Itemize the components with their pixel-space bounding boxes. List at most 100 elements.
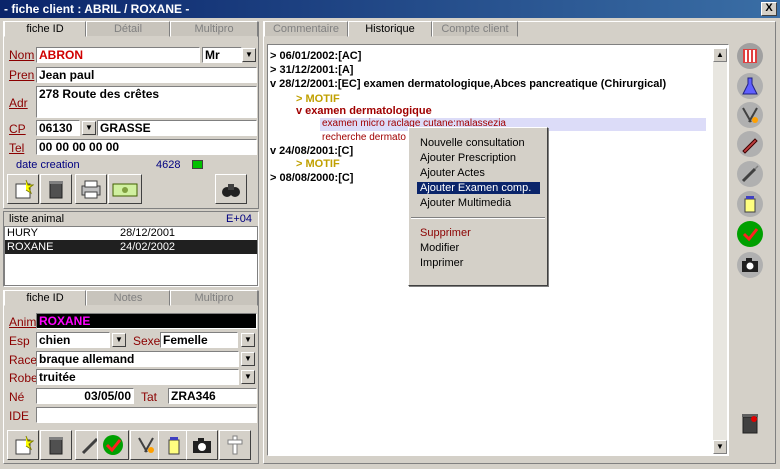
menu-item-ajouter-actes[interactable]: Ajouter Actes xyxy=(417,167,488,179)
menu-separator xyxy=(411,217,545,219)
sexe-dropdown-button[interactable]: ▼ xyxy=(241,333,255,347)
print-client-button[interactable] xyxy=(75,174,107,204)
invoice-button[interactable] xyxy=(108,174,142,204)
motif-node[interactable]: > MOTIF xyxy=(296,93,340,105)
pharmacy-tool-button[interactable] xyxy=(737,191,763,217)
civility-dropdown-button[interactable]: ▼ xyxy=(242,48,256,62)
scrollbar[interactable] xyxy=(713,48,727,454)
syringe-icon xyxy=(741,165,759,183)
tel-field[interactable]: 00 00 00 00 00 xyxy=(36,139,257,155)
inject-button[interactable] xyxy=(737,161,763,187)
history-entry[interactable]: v 24/08/2001:[C] xyxy=(270,145,353,157)
book-button[interactable] xyxy=(737,43,763,69)
menu-item-nouvelle-consultation[interactable]: Nouvelle consultation xyxy=(417,137,528,149)
new-document-icon xyxy=(15,179,34,199)
pills-icon xyxy=(168,437,180,455)
status-indicator xyxy=(192,160,203,169)
robe-label: Robe xyxy=(9,371,38,385)
trash-icon xyxy=(49,181,63,199)
scroll-down-button[interactable]: ▼ xyxy=(713,440,727,454)
tools-icon xyxy=(138,437,154,453)
tab-client-multipro[interactable]: Multipro xyxy=(170,21,258,37)
tab-client-fiche-id[interactable]: fiche ID xyxy=(4,21,86,37)
write-button[interactable] xyxy=(737,131,763,157)
anim-field[interactable]: ROXANE xyxy=(36,313,257,329)
menu-item-supprimer[interactable]: Supprimer xyxy=(417,227,474,239)
new-animal-button[interactable] xyxy=(7,430,39,460)
tattoo-field[interactable]: ZRA346 xyxy=(168,388,257,404)
prenom-field[interactable]: Jean paul xyxy=(36,67,257,83)
race-select[interactable]: braque allemand xyxy=(36,351,239,367)
adresse-label: Adr xyxy=(9,96,28,110)
race-dropdown-button[interactable]: ▼ xyxy=(241,352,255,366)
animal-date: 24/02/2002 xyxy=(120,241,176,253)
photo-button[interactable] xyxy=(186,430,218,460)
race-label: Race xyxy=(9,353,38,367)
animal-list-count: E+04 xyxy=(226,213,252,225)
menu-item-ajouter-examen[interactable]: Ajouter Examen comp. xyxy=(417,182,540,194)
tab-animal-fiche-id[interactable]: fiche ID xyxy=(4,290,86,306)
adresse-field[interactable]: 278 Route des crêtes xyxy=(36,86,257,118)
history-entry[interactable]: > 31/12/2001:[A] xyxy=(270,64,353,76)
new-document-icon xyxy=(15,435,34,455)
window-title: - fiche client : ABRIL / ROXANE - xyxy=(4,2,190,16)
list-item[interactable]: HURY 28/12/2001 xyxy=(5,227,257,240)
ide-field[interactable] xyxy=(36,407,257,423)
civility-select[interactable]: Mr xyxy=(202,47,242,63)
anim-label: Anim xyxy=(9,315,37,329)
delete-entry-button[interactable] xyxy=(737,410,763,436)
nom-label: Nom xyxy=(9,48,35,62)
title-bar: - fiche client : ABRIL / ROXANE - X xyxy=(0,0,780,18)
exam-detail[interactable]: recherche dermato xyxy=(322,132,406,143)
exam-node[interactable]: v examen dermatologique xyxy=(296,105,432,117)
trash-icon xyxy=(49,437,63,455)
decease-button[interactable] xyxy=(219,430,251,460)
cp-field[interactable]: 06130 xyxy=(36,120,80,136)
espece-dropdown-button[interactable]: ▼ xyxy=(112,333,126,347)
scroll-up-button[interactable]: ▲ xyxy=(713,48,727,62)
ide-label: IDE xyxy=(9,409,30,423)
animal-name: ROXANE xyxy=(7,241,54,253)
validate-button[interactable] xyxy=(737,221,763,247)
sexe-label: Sexe xyxy=(133,334,161,348)
lab-button[interactable] xyxy=(737,73,763,99)
tab-animal-notes[interactable]: Notes xyxy=(86,290,170,306)
list-item-selected[interactable]: ROXANE 24/02/2002 xyxy=(5,240,257,254)
motif-node[interactable]: > MOTIF xyxy=(296,158,340,170)
treatment-button[interactable] xyxy=(97,430,129,460)
camera-button[interactable] xyxy=(737,252,763,278)
delete-client-button[interactable] xyxy=(40,174,72,204)
robe-select[interactable]: truitée xyxy=(36,369,239,385)
tab-compte-client[interactable]: Compte client xyxy=(432,21,518,37)
ville-field[interactable]: GRASSE xyxy=(97,120,257,136)
tab-client-detail[interactable]: Détail xyxy=(86,21,170,37)
menu-item-ajouter-prescription[interactable]: Ajouter Prescription xyxy=(417,152,519,164)
menu-item-modifier[interactable]: Modifier xyxy=(417,242,462,254)
tab-commentaire[interactable]: Commentaire xyxy=(264,21,348,37)
nom-field[interactable]: ABRON xyxy=(36,47,200,63)
pen-icon xyxy=(742,138,758,154)
history-entry[interactable]: > 08/08/2000:[C] xyxy=(270,172,353,184)
flask-icon xyxy=(742,77,758,95)
tab-animal-multipro[interactable]: Multipro xyxy=(170,290,258,306)
history-entry[interactable]: v 28/12/2001:[EC] examen dermatologique,… xyxy=(270,78,666,90)
birthdate-field[interactable]: 03/05/00 xyxy=(36,388,134,404)
tools-icon xyxy=(742,107,758,123)
money-icon xyxy=(112,183,138,197)
animal-name: HURY xyxy=(7,227,38,239)
animal-list-title: liste animal xyxy=(9,213,65,225)
menu-item-imprimer[interactable]: Imprimer xyxy=(417,257,466,269)
close-button[interactable]: X xyxy=(761,2,777,16)
delete-animal-button[interactable] xyxy=(40,430,72,460)
sexe-select[interactable]: Femelle xyxy=(160,332,238,348)
robe-dropdown-button[interactable]: ▼ xyxy=(241,370,255,384)
history-entry[interactable]: > 06/01/2002:[AC] xyxy=(270,50,361,62)
cp-dropdown-button[interactable]: ▼ xyxy=(82,121,96,135)
surgery-tools-button[interactable] xyxy=(737,102,763,128)
prenom-label: Pren xyxy=(9,68,35,82)
espece-select[interactable]: chien xyxy=(36,332,110,348)
new-client-button[interactable] xyxy=(7,174,39,204)
tab-historique[interactable]: Historique xyxy=(348,21,432,37)
menu-item-ajouter-multimedia[interactable]: Ajouter Multimedia xyxy=(417,197,514,209)
search-client-button[interactable] xyxy=(215,174,247,204)
